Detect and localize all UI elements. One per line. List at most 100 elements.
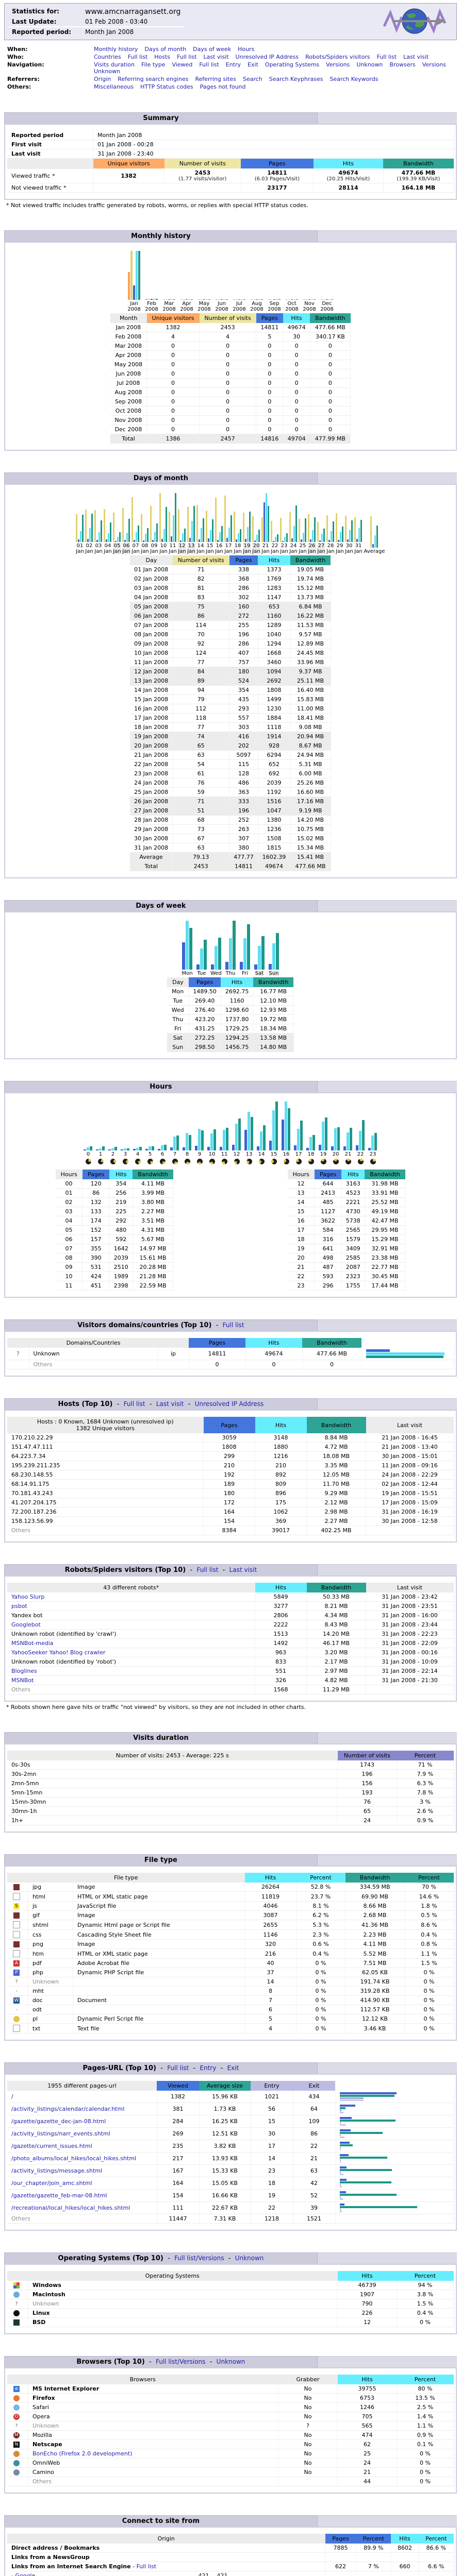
menu-link-unknown[interactable]: Unknown — [356, 61, 383, 68]
cell: 19.72 MB — [253, 1014, 294, 1024]
menu-link-miscellaneous[interactable]: Miscellaneous — [94, 83, 134, 90]
chart-label: 10 Jan — [159, 543, 168, 554]
link-last-visit[interactable]: Last visit — [229, 1566, 257, 1573]
link-exit[interactable]: Exit — [227, 2064, 239, 2072]
menu-link-referring-sites[interactable]: Referring sites — [195, 76, 236, 82]
link--recreational-local-hikes-local-hikes-shtml[interactable]: /recreational/local_hikes/local_hikes.sh… — [11, 2205, 130, 2211]
chart-bar — [256, 535, 258, 542]
cell: 17 Jan 2008 - 15:09 — [366, 1498, 454, 1507]
link--gazette-gazette-feb-mar-08-html[interactable]: /gazette/gazette_feb-mar-08.html — [11, 2192, 107, 2199]
link--our-chapter-join-amc-shtml[interactable]: /our_chapter/join_amc.shtml — [11, 2180, 92, 2187]
chart-bar — [127, 1148, 129, 1150]
menu-link-exit[interactable]: Exit — [248, 61, 258, 68]
link-psbot[interactable]: psbot — [11, 1603, 27, 1609]
chart-label: Mon — [182, 971, 193, 976]
cell: 0 % — [296, 2014, 345, 2024]
menu-link-versions[interactable]: Versions — [326, 61, 350, 68]
link--[interactable]: / — [11, 2093, 13, 2100]
menu-link-last-visit[interactable]: Last visit — [203, 54, 228, 60]
bar-chart: Mon Tue Wed Thu Fri Sat Sun — [7, 921, 454, 976]
menu-link-countries[interactable]: Countries — [94, 54, 121, 60]
table-row: 15 1127 4730 49.19 MB — [287, 1207, 406, 1216]
link-last-visit[interactable]: Last visit — [156, 1400, 184, 1408]
menu-link-full-list[interactable]: Full list — [377, 54, 397, 60]
menu-link-entry[interactable]: Entry — [226, 61, 241, 68]
link-entry[interactable]: Entry — [200, 2064, 216, 2072]
chart-bar — [295, 505, 297, 542]
table-row: Not viewed traffic * 23177 28114 164.18 MB — [7, 183, 454, 193]
chart-group: 09 Jan — [150, 493, 159, 554]
menu-link-search[interactable]: Search — [243, 76, 262, 82]
chart-label: 28 Jan — [326, 543, 335, 554]
link--gazette-current-issues-html[interactable]: /gazette/current_issues.html — [11, 2143, 92, 2149]
menu-link-unknown[interactable]: Unknown — [94, 68, 120, 75]
menu-link-hosts[interactable]: Hosts — [154, 54, 170, 60]
menu-link-days-of-week[interactable]: Days of week — [193, 46, 231, 53]
link-googlebot[interactable]: Googlebot — [11, 1621, 41, 1628]
menu-link-full-list[interactable]: Full list — [128, 54, 147, 60]
cell: 1579 — [341, 1234, 365, 1244]
menu-link-origin[interactable]: Origin — [94, 76, 111, 82]
link-unknown[interactable]: Unknown — [235, 2255, 264, 2262]
menu-link-operating-systems[interactable]: Operating Systems — [265, 61, 319, 68]
menu-link-visits-duration[interactable]: Visits duration — [94, 61, 135, 68]
page-url: /gazette/gazette_feb-mar-08.html — [7, 2189, 157, 2202]
link-unresolved-ip-address[interactable]: Unresolved IP Address — [195, 1400, 264, 1408]
cell: 49674 (20.25 Hits/Visit) — [313, 168, 384, 183]
menu-link-file-type[interactable]: File type — [141, 61, 165, 68]
link-full-list[interactable]: Full list — [167, 2064, 189, 2072]
cell: 5.52 MB — [345, 1948, 405, 1959]
link-yahoo-slurp[interactable]: Yahoo Slurp — [11, 1594, 44, 1600]
menu-link-full-list[interactable]: Full list — [177, 54, 196, 60]
menu-link-full-list[interactable]: Full list — [199, 61, 219, 68]
section-title-text: File type — [144, 1856, 177, 1864]
link-full-list[interactable]: Full list — [124, 1400, 145, 1408]
link-full-list-versions[interactable]: Full list/Versions — [156, 2358, 205, 2365]
link-bloglines[interactable]: Bloglines — [11, 1668, 37, 1674]
link-full-list[interactable]: Full list — [196, 1566, 218, 1573]
link--gazette-gazette-dec-jan-08-html[interactable]: /gazette/gazette_dec-jan-08.html — [11, 2118, 106, 2125]
chart-group: 18 Jan — [233, 493, 242, 554]
chart-bar — [208, 538, 209, 542]
host-ip: 158.123.56.99 — [7, 1516, 204, 1526]
chart-label: 11 Jan — [169, 543, 177, 554]
menu-link-referring-search-engines[interactable]: Referring search engines — [118, 76, 188, 82]
link-bonecho-firefox-2-0-development-[interactable]: BonEcho (Firefox 2.0 development) — [32, 2450, 132, 2457]
menu-link-unresolved-ip-address[interactable]: Unresolved IP Address — [236, 54, 299, 60]
menu-link-search-keywords[interactable]: Search Keywords — [330, 76, 378, 82]
link-full-list-versions[interactable]: Full list/Versions — [174, 2255, 224, 2262]
chart-bar — [291, 538, 293, 542]
link-google[interactable]: Google — [15, 2572, 190, 2576]
link--activity-listings-message-shtml[interactable]: /activity_listings/message.shtml — [11, 2167, 102, 2174]
link-unknown[interactable]: Unknown — [217, 2358, 245, 2365]
link-full-list[interactable]: Full list — [223, 1321, 244, 1329]
link-msnbot[interactable]: MSNBot — [11, 1677, 34, 1684]
link-msnbot-media[interactable]: MSNBot-media — [11, 1640, 54, 1647]
link--activity-listings-narr-events-shtml[interactable]: /activity_listings/narr_events.shtml — [11, 2130, 110, 2137]
chart-bar — [312, 530, 314, 542]
menu-link-versions[interactable]: Versions — [422, 61, 446, 68]
menu-link-search-keyphrases[interactable]: Search Keyphrases — [269, 76, 323, 82]
chart-bar — [360, 520, 362, 542]
menu-link-robots-spiders-visitors[interactable]: Robots/Spiders visitors — [305, 54, 370, 60]
link--photo-albums-local-hikes-local-hikes-shtml[interactable]: /photo_albums/local_hikes/local_hikes.sh… — [11, 2155, 136, 2162]
table-row: 29 Jan 2008 73 263 1236 10.75 MB — [130, 824, 331, 834]
cell: 31 Jan 2008 - 23:42 — [366, 1592, 454, 1602]
table-row: Hours Pages Hits Bandwidth — [287, 1170, 405, 1179]
menu-link-last-visit[interactable]: Last visit — [403, 54, 429, 60]
menu-link-monthly-history[interactable]: Monthly history — [94, 46, 138, 53]
link-yahooseeker-yahoo-blog-crawler[interactable]: YahooSeeker Yahoo! Blog crawler — [11, 1649, 105, 1656]
menu-link-pages-not-found[interactable]: Pages not found — [200, 83, 246, 90]
menu-link-days-of-month[interactable]: Days of month — [144, 46, 186, 53]
link--activity-listings-calendar-calendar-html[interactable]: /activity_listings/calendar/calendar.htm… — [11, 2106, 124, 2112]
link-full-list[interactable]: Full list — [137, 2563, 156, 2570]
menu-link-browsers[interactable]: Browsers — [389, 61, 415, 68]
menu-link-viewed[interactable]: Viewed — [172, 61, 192, 68]
table-row: Thu 423.20 1737.80 19.72 MB — [167, 1014, 294, 1024]
cell: 2.97 MB — [306, 1666, 366, 1676]
menu-link-hours[interactable]: Hours — [238, 46, 254, 53]
cell: 1.5 % — [397, 2299, 454, 2309]
cell: 3.20 MB — [306, 1648, 366, 1657]
menu-link-http-status-codes[interactable]: HTTP Status codes — [140, 83, 193, 90]
cell: 219 — [109, 1197, 133, 1207]
